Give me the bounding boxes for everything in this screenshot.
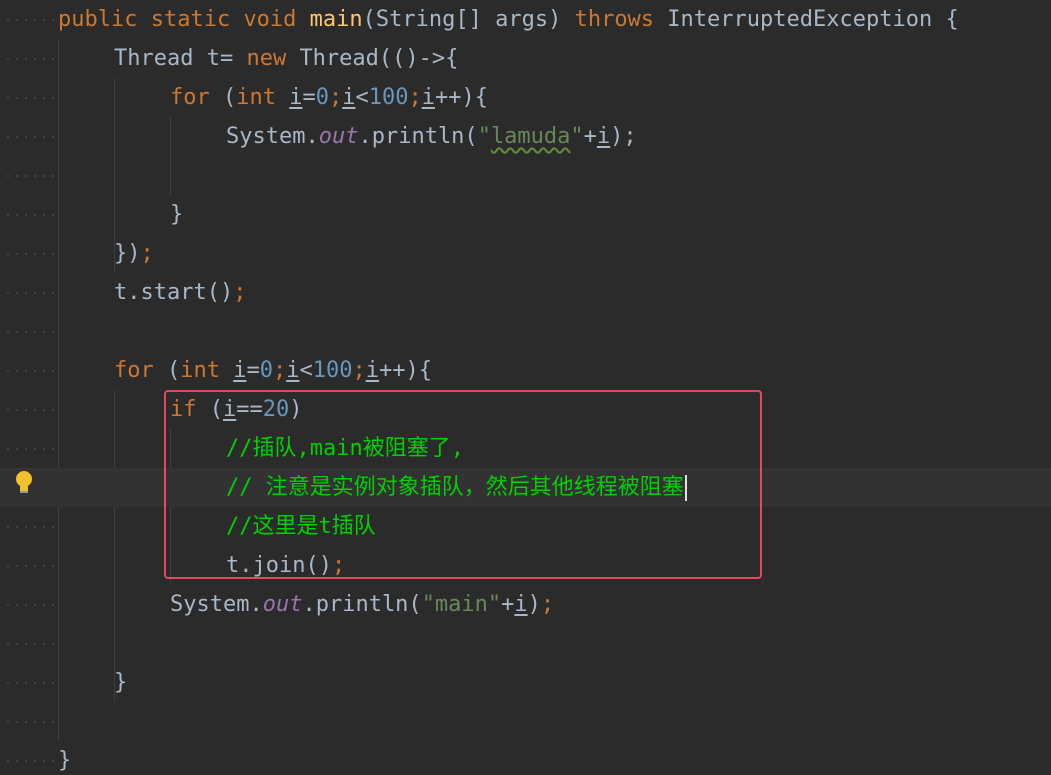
code-token: System. [226, 124, 319, 149]
code-text: System.out.println("main"+i); [170, 585, 554, 624]
code-token: ); [610, 124, 637, 149]
code-text: for (int i=0;i<100;i++){ [114, 351, 432, 390]
code-token: ; [408, 85, 422, 110]
code-token: ; [540, 592, 555, 617]
code-token: 0 [259, 358, 273, 383]
code-token: i [365, 358, 379, 383]
code-token: } [170, 202, 184, 227]
code-token: public [58, 7, 151, 32]
code-token: < [299, 358, 313, 383]
code-token: int [236, 85, 290, 110]
code-token: for [114, 358, 167, 383]
code-line[interactable]: public static void main(String[] args) t… [0, 0, 1051, 39]
code-token: i [421, 85, 435, 110]
code-token: " [477, 124, 491, 149]
code-line[interactable] [0, 156, 1051, 195]
code-line[interactable]: } [0, 741, 1051, 775]
lightbulb-icon[interactable] [14, 470, 34, 496]
highlight-box [164, 390, 762, 579]
code-text: for (int i=0;i<100;i++){ [170, 78, 488, 117]
code-token: ; [352, 358, 366, 383]
code-token: + [583, 124, 597, 149]
code-line[interactable]: System.out.println("main"+i); [0, 585, 1051, 624]
code-token: lamuda [490, 124, 571, 149]
code-line[interactable] [0, 312, 1051, 351]
code-editor[interactable]: public static void main(String[] args) t… [0, 0, 1051, 775]
code-text: Thread t= new Thread(()->{ [114, 39, 458, 78]
code-token: i [233, 358, 247, 383]
code-token: ; [272, 358, 287, 383]
code-token: i [514, 592, 528, 617]
code-token: ( [166, 358, 181, 383]
code-token: ( [222, 85, 237, 110]
code-token: int [180, 358, 234, 383]
code-token: ; [140, 241, 154, 266]
code-token: .println( [358, 124, 478, 149]
code-token: "main" [421, 592, 502, 617]
code-token: out [262, 592, 303, 617]
code-token: .println( [302, 592, 422, 617]
code-line[interactable]: } [0, 663, 1051, 702]
code-text: } [58, 741, 71, 775]
code-text: } [170, 195, 183, 234]
code-token: new [246, 46, 300, 71]
code-token: " [570, 124, 584, 149]
code-line[interactable]: } [0, 195, 1051, 234]
code-token: i [286, 358, 300, 383]
code-token: t.start() [114, 280, 234, 305]
code-token: 100 [368, 85, 409, 110]
code-token: System. [170, 592, 263, 617]
code-token: i [596, 124, 611, 149]
code-token: < [355, 85, 369, 110]
code-token: ++){ [434, 85, 488, 110]
code-token: ) [527, 592, 541, 617]
code-token: ; [233, 280, 247, 305]
code-token: + [501, 592, 515, 617]
code-token: Thread(()->{ [299, 46, 459, 71]
code-line[interactable] [0, 624, 1051, 663]
code-line[interactable] [0, 702, 1051, 741]
code-text: public static void main(String[] args) t… [58, 0, 959, 39]
code-token: for [170, 85, 223, 110]
code-token: ; [328, 85, 343, 110]
code-token: 100 [312, 358, 353, 383]
code-token: InterruptedException { [667, 7, 959, 32]
code-text: System.out.println("lamuda"+i); [226, 117, 637, 156]
code-token: out [318, 124, 359, 149]
code-token: (String[] args) [362, 7, 575, 32]
code-token: main [309, 7, 363, 32]
code-line[interactable]: Thread t= new Thread(()->{ [0, 39, 1051, 78]
code-token: }) [114, 241, 141, 266]
code-token: Thread t= [114, 46, 247, 71]
code-line[interactable]: for (int i=0;i<100;i++){ [0, 78, 1051, 117]
code-token: i [289, 85, 303, 110]
code-token: = [302, 85, 316, 110]
code-token: i [342, 85, 356, 110]
code-token: 0 [315, 85, 329, 110]
code-line[interactable]: t.start(); [0, 273, 1051, 312]
code-line[interactable]: }); [0, 234, 1051, 273]
code-token: } [58, 748, 72, 773]
code-token: } [114, 670, 128, 695]
code-token: void [243, 7, 310, 32]
code-line[interactable]: for (int i=0;i<100;i++){ [0, 351, 1051, 390]
code-token: static [150, 7, 244, 32]
code-token: ++){ [378, 358, 432, 383]
code-text: t.start(); [114, 273, 246, 312]
code-token: = [246, 358, 260, 383]
code-line[interactable]: System.out.println("lamuda"+i); [0, 117, 1051, 156]
code-token: throws [574, 7, 668, 32]
code-text: } [114, 663, 127, 702]
code-text: }); [114, 234, 154, 273]
